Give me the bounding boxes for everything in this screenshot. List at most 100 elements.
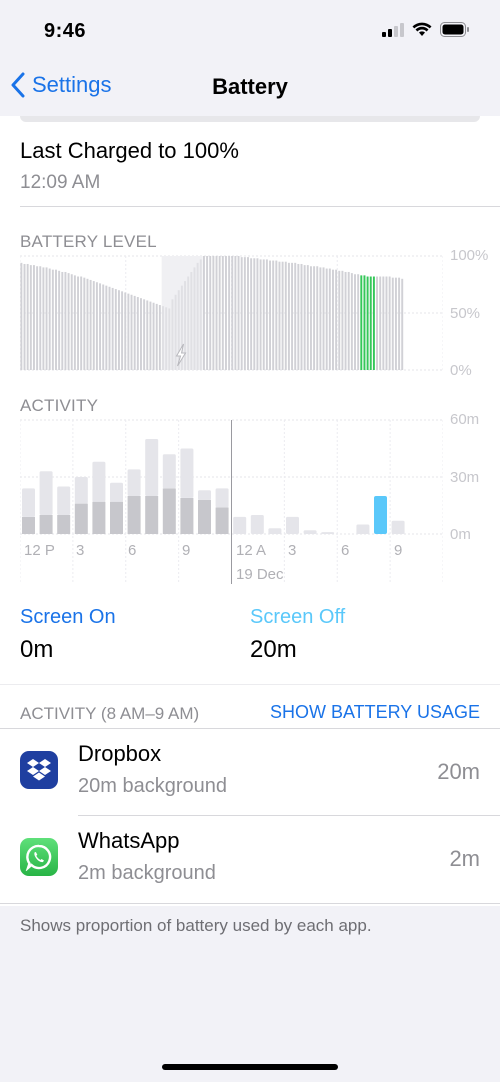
battery-bar bbox=[184, 281, 187, 370]
whatsapp-icon bbox=[20, 838, 58, 876]
battery-bar bbox=[243, 257, 246, 370]
activity-bar-screen-on bbox=[127, 496, 141, 534]
battery-bar bbox=[350, 273, 353, 370]
battery-bar bbox=[124, 292, 127, 370]
screen-off-value: 20m bbox=[250, 636, 297, 663]
battery-bar bbox=[231, 256, 234, 370]
battery-bar bbox=[196, 262, 199, 370]
status-icons bbox=[382, 22, 470, 37]
battery-bar bbox=[338, 270, 341, 370]
last-charged-title: Last Charged to 100% bbox=[20, 138, 239, 163]
battery-bar bbox=[86, 278, 89, 370]
battery-bar bbox=[111, 287, 114, 370]
activity-bar-screen-off bbox=[162, 454, 176, 489]
battery-bar bbox=[366, 276, 369, 370]
battery-bar bbox=[102, 284, 105, 370]
app-row-dropbox[interactable]: Dropbox 20m background 20m bbox=[0, 729, 500, 816]
home-indicator[interactable] bbox=[162, 1064, 338, 1070]
activity-x-label: 9 bbox=[394, 542, 403, 559]
activity-bar-screen-on bbox=[39, 515, 53, 534]
activity-bar-screen-off bbox=[180, 448, 194, 498]
battery-bar bbox=[171, 299, 174, 370]
activity-bar-screen-off bbox=[110, 482, 123, 502]
activity-bar-screen-off bbox=[321, 532, 335, 534]
battery-bar bbox=[83, 277, 86, 370]
last-charged-time: 12:09 AM bbox=[20, 172, 101, 193]
activity-bar-screen-on bbox=[215, 507, 229, 534]
battery-level-chart[interactable] bbox=[20, 254, 443, 372]
dropbox-icon bbox=[20, 751, 58, 789]
battery-bar bbox=[105, 285, 108, 370]
battery-bar bbox=[316, 266, 319, 370]
battery-bar bbox=[278, 261, 281, 370]
battery-bar bbox=[117, 290, 120, 370]
battery-bar bbox=[32, 265, 35, 370]
battery-bar bbox=[190, 271, 193, 370]
battery-bar bbox=[265, 259, 268, 370]
footer-note: Shows proportion of battery used by each… bbox=[20, 916, 372, 935]
battery-bar bbox=[162, 306, 164, 370]
app-name: Dropbox bbox=[78, 741, 162, 766]
navigation-bar: Settings Battery bbox=[0, 60, 500, 116]
battery-bar bbox=[306, 265, 309, 370]
battery-bar bbox=[256, 258, 259, 370]
activity-bar-screen-on bbox=[92, 501, 106, 534]
app-row-whatsapp[interactable]: WhatsApp 2m background 2m bbox=[0, 816, 500, 903]
activity-bar-screen-on bbox=[110, 501, 123, 534]
battery-bar bbox=[341, 270, 344, 370]
activity-bar-screen-on bbox=[162, 488, 176, 534]
battery-bar bbox=[275, 260, 278, 370]
battery-bar bbox=[99, 283, 102, 370]
battery-bar bbox=[303, 265, 306, 370]
show-battery-usage-button[interactable]: SHOW BATTERY USAGE bbox=[270, 702, 480, 723]
activity-axis-30m: 30m bbox=[450, 469, 480, 486]
activity-chart[interactable] bbox=[20, 418, 443, 584]
activity-bar-screen-on bbox=[57, 515, 71, 534]
battery-bar bbox=[240, 257, 243, 370]
battery-bar bbox=[212, 256, 215, 370]
battery-bar bbox=[152, 302, 155, 370]
battery-bar bbox=[379, 276, 382, 370]
battery-bar bbox=[398, 277, 401, 370]
battery-bar bbox=[51, 269, 54, 370]
activity-x-label: 6 bbox=[341, 542, 350, 559]
activity-bar-screen-off bbox=[391, 520, 405, 534]
battery-axis-100: 100% bbox=[450, 247, 489, 264]
activity-bar-screen-off bbox=[250, 515, 264, 534]
battery-bar bbox=[382, 276, 385, 370]
battery-bar bbox=[146, 300, 149, 370]
divider bbox=[0, 684, 500, 685]
battery-bar bbox=[287, 262, 290, 370]
battery-bar bbox=[281, 261, 284, 370]
battery-bar bbox=[73, 275, 76, 370]
app-usage-time: 20m bbox=[437, 759, 480, 784]
battery-bar bbox=[224, 256, 227, 370]
screen-off-label: Screen Off bbox=[250, 606, 346, 628]
app-usage-time: 2m bbox=[449, 846, 480, 871]
battery-bar bbox=[193, 267, 196, 370]
battery-bar bbox=[36, 266, 39, 370]
activity-bar-screen-off bbox=[57, 486, 71, 515]
battery-bar bbox=[67, 273, 70, 370]
activity-bar-screen-off bbox=[268, 528, 282, 534]
signal-icon bbox=[382, 22, 404, 37]
battery-bar bbox=[48, 268, 51, 370]
activity-x-label: 6 bbox=[128, 542, 137, 559]
battery-bar bbox=[376, 276, 379, 370]
battery-bar bbox=[95, 282, 98, 370]
activity-bar-screen-off bbox=[22, 488, 35, 517]
battery-bar bbox=[136, 297, 139, 370]
activity-x-label: 12 A bbox=[236, 542, 267, 559]
battery-bar bbox=[42, 267, 45, 370]
battery-bar bbox=[234, 256, 237, 370]
battery-bar bbox=[297, 263, 300, 370]
battery-bar bbox=[284, 261, 287, 370]
status-bar: 9:46 bbox=[0, 0, 500, 60]
battery-bar bbox=[247, 257, 249, 370]
activity-bar-screen-off bbox=[92, 461, 106, 502]
battery-bar bbox=[158, 305, 161, 370]
battery-bar bbox=[354, 274, 356, 370]
battery-bar bbox=[209, 256, 212, 370]
battery-level-label: BATTERY LEVEL bbox=[20, 232, 157, 251]
battery-bar bbox=[133, 295, 136, 370]
